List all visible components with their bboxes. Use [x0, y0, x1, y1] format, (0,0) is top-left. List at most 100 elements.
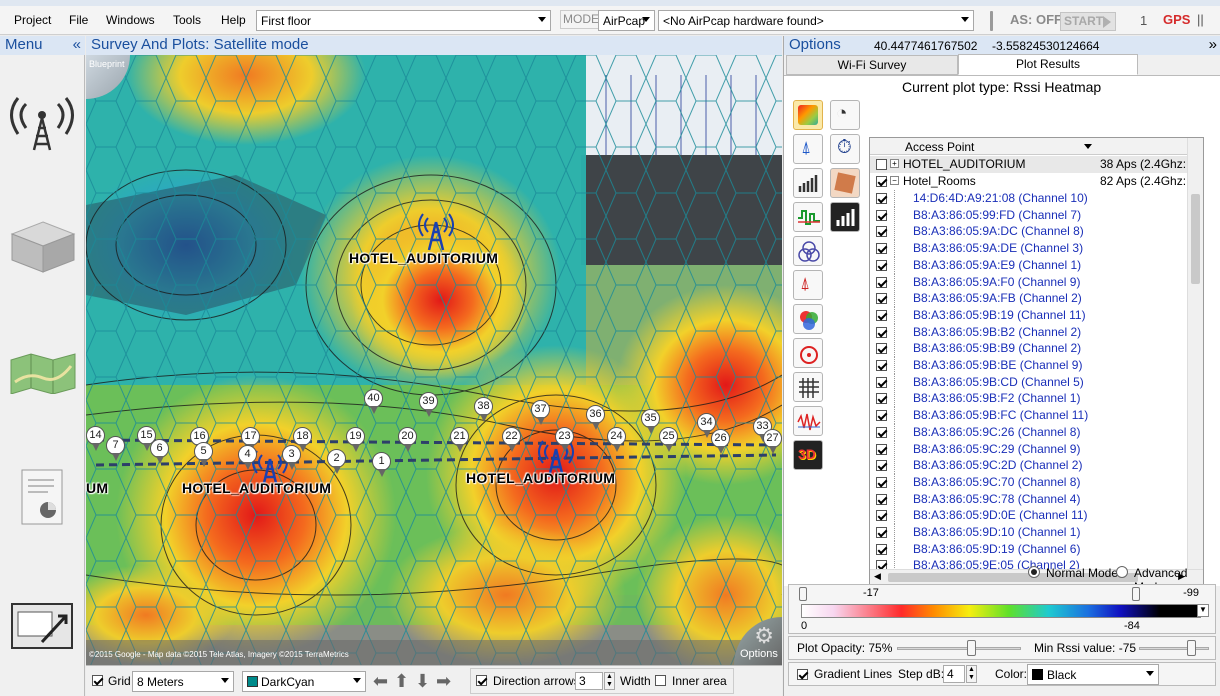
ap-checkbox[interactable]	[876, 293, 887, 305]
survey-point-pin[interactable]: 26	[711, 429, 730, 454]
survey-point-pin[interactable]: 7	[106, 436, 125, 461]
menu-project[interactable]: Project	[14, 13, 51, 27]
survey-point-pin[interactable]: 40	[364, 389, 383, 414]
ap-list-item[interactable]: B8:A3:86:05:9C:78 (Channel 4)	[870, 490, 1203, 508]
overlap-button[interactable]	[793, 236, 823, 266]
tab-wifi-survey[interactable]: Wi-Fi Survey	[786, 55, 958, 75]
grid-checkbox[interactable]	[92, 675, 103, 686]
direction-arrows-checkbox[interactable]	[476, 675, 487, 686]
hardware-select[interactable]: <No AirPcap hardware found>	[658, 10, 974, 31]
grid-color-select[interactable]: DarkCyan	[242, 671, 366, 692]
ap-list-item[interactable]: B8:A3:86:05:9A:DC (Channel 8)	[870, 223, 1203, 241]
collapse-right-button[interactable]: »	[1209, 36, 1217, 54]
ap-list-item[interactable]: B8:A3:86:05:9B:19 (Channel 11)	[870, 306, 1203, 324]
ap-list-item[interactable]: B8:A3:86:05:9C:2D (Channel 2)	[870, 457, 1203, 475]
ap-checkbox[interactable]	[876, 226, 887, 238]
ap-list-vscrollbar[interactable]	[1187, 138, 1203, 585]
ap-list-item[interactable]: B8:A3:86:05:9A:FB (Channel 2)	[870, 290, 1203, 308]
survey-point-pin[interactable]: 39	[419, 392, 438, 417]
ap-group-row[interactable]: +HOTEL_AUDITORIUM38 Aps (2.4Ghz: 38 | 5	[870, 156, 1203, 173]
wifi-tower-icon[interactable]	[8, 88, 76, 152]
ap-list-item[interactable]: B8:A3:86:05:99:FD (Channel 7)	[870, 206, 1203, 224]
spectrum-button[interactable]	[793, 202, 823, 232]
menu-windows[interactable]: Windows	[106, 13, 155, 27]
ap-list-item[interactable]: 14:D6:4D:A9:21:08 (Channel 10)	[870, 190, 1203, 207]
ap-checkbox[interactable]	[876, 426, 887, 438]
survey-point-pin[interactable]: 1	[372, 452, 391, 477]
arrow-width-input[interactable]: 3	[575, 672, 603, 690]
ap-checkbox[interactable]	[876, 193, 887, 204]
report-icon[interactable]	[18, 468, 66, 526]
scale-left-thumb[interactable]	[799, 587, 807, 601]
ap-list-item[interactable]: B8:A3:86:05:9A:F0 (Channel 9)	[870, 273, 1203, 291]
ap-group-checkbox[interactable]	[876, 159, 887, 170]
survey-point-pin[interactable]: 6	[150, 439, 169, 464]
survey-point-pin[interactable]: 5	[194, 442, 213, 467]
arrow-up-icon[interactable]: ⬆	[394, 671, 409, 692]
tab-plot-results[interactable]: Plot Results	[958, 54, 1138, 75]
survey-point-pin[interactable]: 21	[450, 427, 469, 452]
menu-help[interactable]: Help	[221, 13, 246, 27]
survey-point-pin[interactable]: 4	[238, 445, 257, 470]
ap-checkbox[interactable]	[876, 543, 887, 555]
survey-point-pin[interactable]: 37	[531, 400, 550, 425]
survey-point-pin[interactable]: 2	[327, 449, 346, 474]
line-color-select[interactable]: Black	[1027, 664, 1159, 685]
ap-list-item[interactable]: B8:A3:86:05:9B:B2 (Channel 2)	[870, 323, 1203, 341]
ap-checkbox[interactable]	[876, 443, 887, 455]
ap-coverage-button[interactable]: ⍋	[793, 134, 823, 164]
floor-select[interactable]: First floor	[256, 10, 551, 31]
survey-point-pin[interactable]: 18	[293, 427, 312, 452]
arrow-down-icon[interactable]: ⬇	[415, 671, 430, 692]
ap-list-item[interactable]: B8:A3:86:05:9D:10 (Channel 1)	[870, 524, 1203, 541]
vscroll-thumb[interactable]	[1191, 194, 1200, 284]
ap-tower-icon[interactable]	[418, 212, 454, 252]
survey-point-pin[interactable]: 24	[607, 427, 626, 452]
ap-list-item[interactable]: B8:A3:86:05:9A:E9 (Channel 1)	[870, 256, 1203, 274]
survey-point-pin[interactable]: 20	[398, 427, 417, 452]
ap-list-item[interactable]: B8:A3:86:05:9B:BE (Channel 9)	[870, 357, 1203, 374]
ap-checkbox[interactable]	[876, 276, 887, 288]
ap-list-item[interactable]: B8:A3:86:05:9B:F2 (Channel 1)	[870, 390, 1203, 408]
normal-mode-radio[interactable]	[1028, 566, 1040, 578]
waveform-button[interactable]	[793, 406, 823, 436]
mode-select[interactable]: AirPcap	[598, 10, 655, 31]
arrow-right-icon[interactable]: ➡	[436, 671, 451, 692]
ap-group-row[interactable]: −Hotel_Rooms82 Aps (2.4Ghz: 82 | 5	[870, 173, 1203, 190]
ap-checkbox[interactable]	[876, 309, 887, 321]
access-point-list[interactable]: Access Point + HOTEL_AUDITORIUM 38 Aps (2.…	[869, 137, 1204, 586]
ap-checkbox[interactable]	[876, 376, 887, 388]
ap-checkbox[interactable]	[876, 510, 887, 522]
survey-point-pin[interactable]: 25	[659, 427, 678, 452]
advanced-mode-radio[interactable]	[1116, 566, 1128, 578]
ap-list-item[interactable]: B8:A3:86:05:9A:DE (Channel 3)	[870, 240, 1203, 258]
noise-plot-button[interactable]	[830, 168, 860, 198]
grid-view-button[interactable]	[793, 372, 823, 402]
screenshot-icon[interactable]	[10, 602, 74, 650]
scroll-left-icon[interactable]: ◀	[874, 571, 881, 582]
box-icon[interactable]	[8, 216, 78, 274]
ap-list-item[interactable]: B8:A3:86:05:9B:FC (Channel 11)	[870, 407, 1203, 425]
ap-checkbox[interactable]	[876, 493, 887, 505]
arrow-width-spinner[interactable]: ▲ ▼	[604, 672, 615, 690]
ap-checkbox[interactable]	[876, 259, 887, 271]
interference-button[interactable]: ⍋	[793, 270, 823, 300]
gps-extra-button[interactable]: ||	[1197, 12, 1204, 27]
ap-checkbox[interactable]	[876, 209, 887, 221]
gradient-lines-checkbox[interactable]	[797, 669, 808, 680]
ap-checkbox[interactable]	[876, 343, 887, 355]
rssi-heatmap-button[interactable]	[793, 100, 823, 130]
menu-file[interactable]: File	[69, 13, 88, 27]
ap-checkbox[interactable]	[876, 527, 887, 538]
opacity-slider-thumb[interactable]	[967, 640, 976, 656]
start-button[interactable]: START	[1060, 12, 1116, 31]
survey-point-pin[interactable]: 14	[86, 426, 105, 451]
step-db-spinner[interactable]: ▲ ▼	[966, 665, 977, 683]
ap-list-item[interactable]: B8:A3:86:05:9C:26 (Channel 8)	[870, 423, 1203, 441]
survey-point-pin[interactable]: 36	[586, 405, 605, 430]
channel-colors-button[interactable]	[793, 304, 823, 334]
arrow-left-icon[interactable]: ⬅	[373, 671, 388, 692]
roaming-button[interactable]	[793, 338, 823, 368]
grid-size-select[interactable]: 8 Meters	[132, 671, 234, 692]
ap-list-item[interactable]: B8:A3:86:05:9B:B9 (Channel 2)	[870, 340, 1203, 358]
